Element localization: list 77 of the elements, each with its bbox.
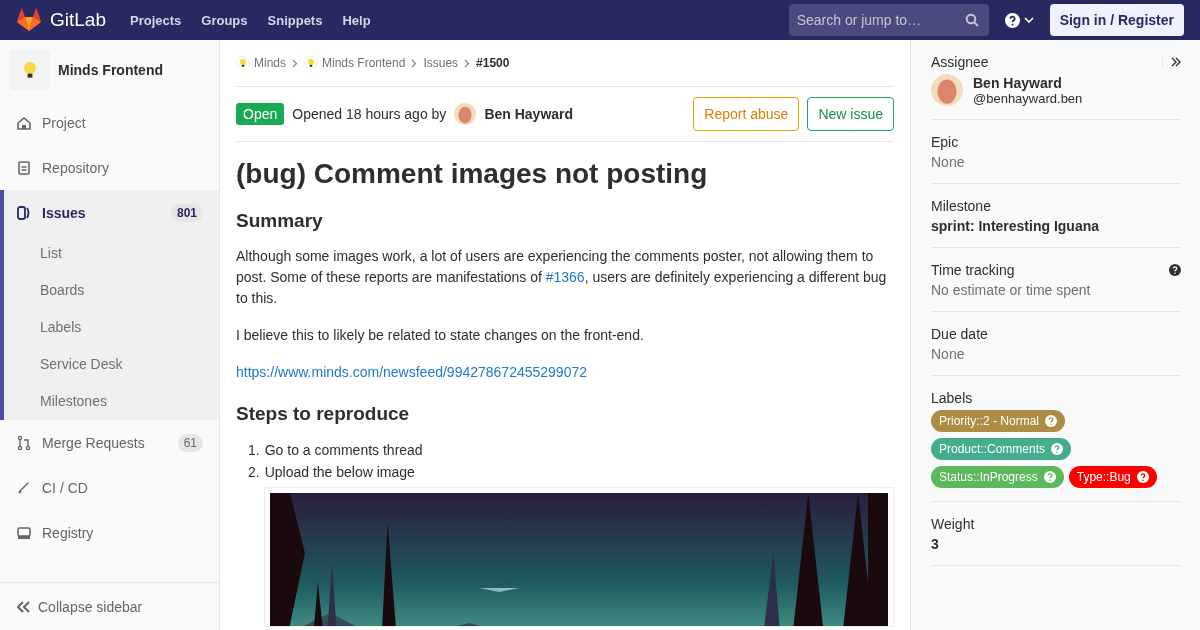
breadcrumb-link[interactable]: Minds Frontend [304,56,406,70]
sidebar-subitem[interactable]: Labels [4,309,219,346]
opened-text: Opened 18 hours ago by [292,106,447,122]
issue-title: (bug) Comment images not posting [236,158,709,190]
field-label: Time tracking [931,262,1015,278]
action-button[interactable]: Report abuse [693,97,800,131]
paragraph: I believe this to likely be related to state changes on the front-end. [236,326,645,345]
action-button[interactable]: New issue [807,97,894,131]
avatar-icon [454,103,477,125]
section-heading: Steps to reproduce [236,403,411,425]
status-badge: Open [236,103,285,125]
field-label: Labels [931,390,973,406]
chevron-right-icon [292,58,298,68]
caret-icon[interactable] [1023,17,1034,23]
count-badge: 61 [177,433,203,452]
field-label: Due date [931,326,988,342]
list-number: 1. [248,441,260,460]
sidebar-subitem[interactable]: Service Desk [4,346,219,383]
nav-link[interactable]: Projects [120,12,192,28]
assignee-username: @benhayward.ben [973,90,1083,106]
field-value: None [931,154,966,170]
help-icon [1043,471,1056,483]
count-badge: 801 [170,203,203,222]
sidebar-subitem[interactable]: Milestones [4,383,219,420]
issue-link[interactable]: #1366 [545,269,585,285]
field-label: Epic [931,134,959,150]
chevron-right-icon [464,58,471,68]
project-name[interactable]: Minds Frontend [58,62,163,78]
help-icon [1136,471,1149,483]
sidebar-subitem[interactable]: List [4,235,219,272]
search-icon [964,13,979,27]
sign-in-button[interactable]: Sign in / Register [1049,4,1184,36]
search-field[interactable]: Search or jump to… [788,4,989,36]
double-chevron-left-icon [16,600,30,613]
list-item-text: Go to a comments thread [264,441,423,460]
section-heading: Summary [236,210,324,232]
label-tag[interactable]: Type::Bug [1068,466,1157,488]
sidebar-subitem[interactable]: Boards [4,272,219,309]
breadcrumb-link[interactable]: Issues [423,56,459,70]
field-label: Weight [931,516,975,532]
nav-link[interactable]: Groups [191,12,258,28]
double-chevron-right-icon[interactable] [1171,57,1181,67]
field-value: 3 [931,536,940,552]
document-icon [16,159,32,176]
field-label: Milestone [931,198,991,214]
url-link[interactable]: https://www.minds.com/newsfeed/994278672455299072 [236,364,587,380]
sidebar-item[interactable]: Repository [0,145,219,190]
field-value: No estimate or time spent [931,282,1092,298]
author-link[interactable]: Ben Hayward [484,106,574,122]
list-item-text: Upload the below image [264,463,415,482]
house-icon [16,114,32,131]
nav-link[interactable]: Snippets [257,12,333,28]
brand-name[interactable]: GitLab [50,9,106,31]
field-value: None [931,346,966,362]
nav-link[interactable]: Help [332,12,381,28]
help-icon [1045,415,1057,427]
sidebar-item[interactable]: Project [0,100,219,145]
assignee-name[interactable]: Ben Hayward [973,74,1083,91]
paragraph: Although some images work, a lot of users are experiencing the comments poster, not allowing them to post. Some of these reports are manifestations of #1366, users are definitely experiencing a different bug to this. [236,247,888,308]
sidebar-item[interactable]: CI / CD [0,465,219,510]
chevron-right-icon [411,58,418,68]
sidebar-item[interactable]: Merge Requests 61 [0,420,219,465]
monitor-icon [16,524,32,541]
breadcrumb-link[interactable]: #1500 [476,56,510,70]
help-icon[interactable] [1004,12,1020,28]
sidebar-item[interactable]: Registry [0,510,219,555]
fox-logo-icon [16,8,42,32]
label-tag[interactable]: Priority::2 - Normal [931,410,1065,432]
help-icon [1051,443,1064,455]
field-label: Assignee [931,54,989,70]
sidebar-item[interactable]: Issues 801 [4,190,219,235]
issues-icon [16,204,32,221]
merge-icon [16,434,32,451]
avatar-icon [931,74,963,106]
list-number: 2. [248,463,260,482]
field-value: sprint: Interesting Iguana [931,218,1100,234]
breadcrumb-link[interactable]: Minds [236,56,286,70]
